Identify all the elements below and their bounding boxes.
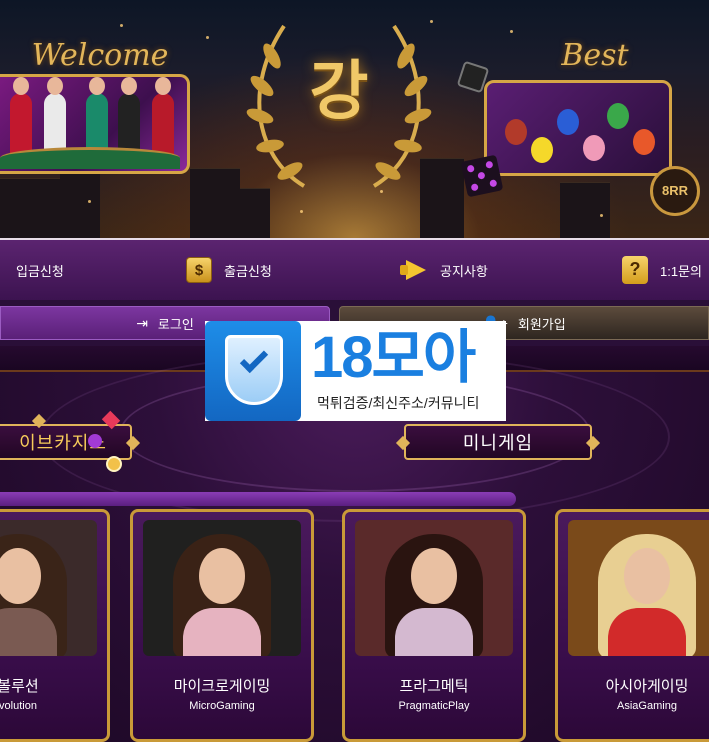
cash-icon: $ [186,257,212,283]
ad-title: 18모아 [311,325,476,390]
game-provider: AsiaGaming [617,700,677,712]
best-text: Best [561,38,629,73]
hero-banner: Welcome 강 Best 8RR [0,0,709,238]
nav-notice-label: 공지사항 [440,263,488,279]
grapes-icon [88,434,102,448]
ad-subtitle: 먹튀검증/최신주소/커뮤니티 [317,395,480,411]
login-icon: ⇥ [136,314,148,331]
purple-dice-icon [460,154,504,198]
category-mini-label: 미니게임 [462,433,534,453]
game-thumbnail [0,520,97,656]
site-logo[interactable]: 강 [244,40,434,132]
game-name: 프라그메틱 [399,678,469,695]
slot-wheel-icon: 8RR [650,166,700,216]
game-provider: volution [0,700,37,712]
game-provider: MicroGaming [189,700,255,712]
welcome-text: Welcome [31,38,169,73]
live-casino-promo-frame[interactable] [0,74,190,174]
game-name: 마이크로게이밍 [173,678,271,695]
game-character [583,135,605,161]
top-nav: 입금신청 $ 출금신청 공지사항 ? 1:1문의 [0,238,709,300]
category-scroll-bar[interactable] [0,492,516,506]
game-card-pragmatic[interactable]: 프라그메틱 PragmaticPlay [342,509,526,742]
nav-withdraw[interactable]: $ 출금신청 [186,240,272,300]
game-character [531,137,553,163]
game-name: 볼루션 [0,678,39,695]
game-card-microgaming[interactable]: 마이크로게이밍 MicroGaming [130,509,314,742]
nav-support-label: 1:1문의 [660,263,702,279]
megaphone-icon [400,260,428,280]
category-live-casino[interactable]: 이브카지노 [0,424,132,460]
game-character [557,109,579,135]
nav-withdraw-label: 출금신청 [224,263,272,279]
game-name: 아시아게이밍 [605,678,689,695]
game-card-evolution[interactable]: 볼루션 volution [0,509,110,742]
login-label: 로그인 [157,316,194,332]
nav-notice[interactable]: 공지사항 [400,240,488,300]
checkmark-icon [239,344,269,374]
city-building [190,168,240,238]
game-thumbnail [355,520,513,656]
overlay-ad-banner[interactable]: 18모아 먹튀검증/최신주소/커뮤니티 [205,321,506,421]
city-building [560,182,610,238]
game-card-asiagaming[interactable]: 아시아게이밍 AsiaGaming [555,509,709,742]
nav-support[interactable]: ? 1:1문의 [622,240,702,300]
page-root: Welcome 강 Best 8RR 입금신청 $ 출금신청 공지사항 ? 1:… [0,0,709,742]
slot-promo-frame[interactable] [484,80,672,176]
casino-table [0,147,180,169]
game-character [633,129,655,155]
shield-logo [205,321,301,421]
game-thumbnail [568,520,709,656]
signup-label: 회원가입 [517,316,566,332]
category-mini-game[interactable]: 미니게임 [404,424,592,460]
game-provider: PragmaticPlay [398,700,470,712]
game-character [607,103,629,129]
nav-deposit[interactable]: 입금신청 [16,240,64,300]
game-thumbnail [143,520,301,656]
potion-icon [106,456,122,472]
dealer-figure [152,77,174,159]
city-building [0,178,60,238]
game-character [505,119,527,145]
shield-icon [225,335,283,405]
question-icon: ? [622,256,648,284]
nav-deposit-label: 입금신청 [16,263,64,279]
